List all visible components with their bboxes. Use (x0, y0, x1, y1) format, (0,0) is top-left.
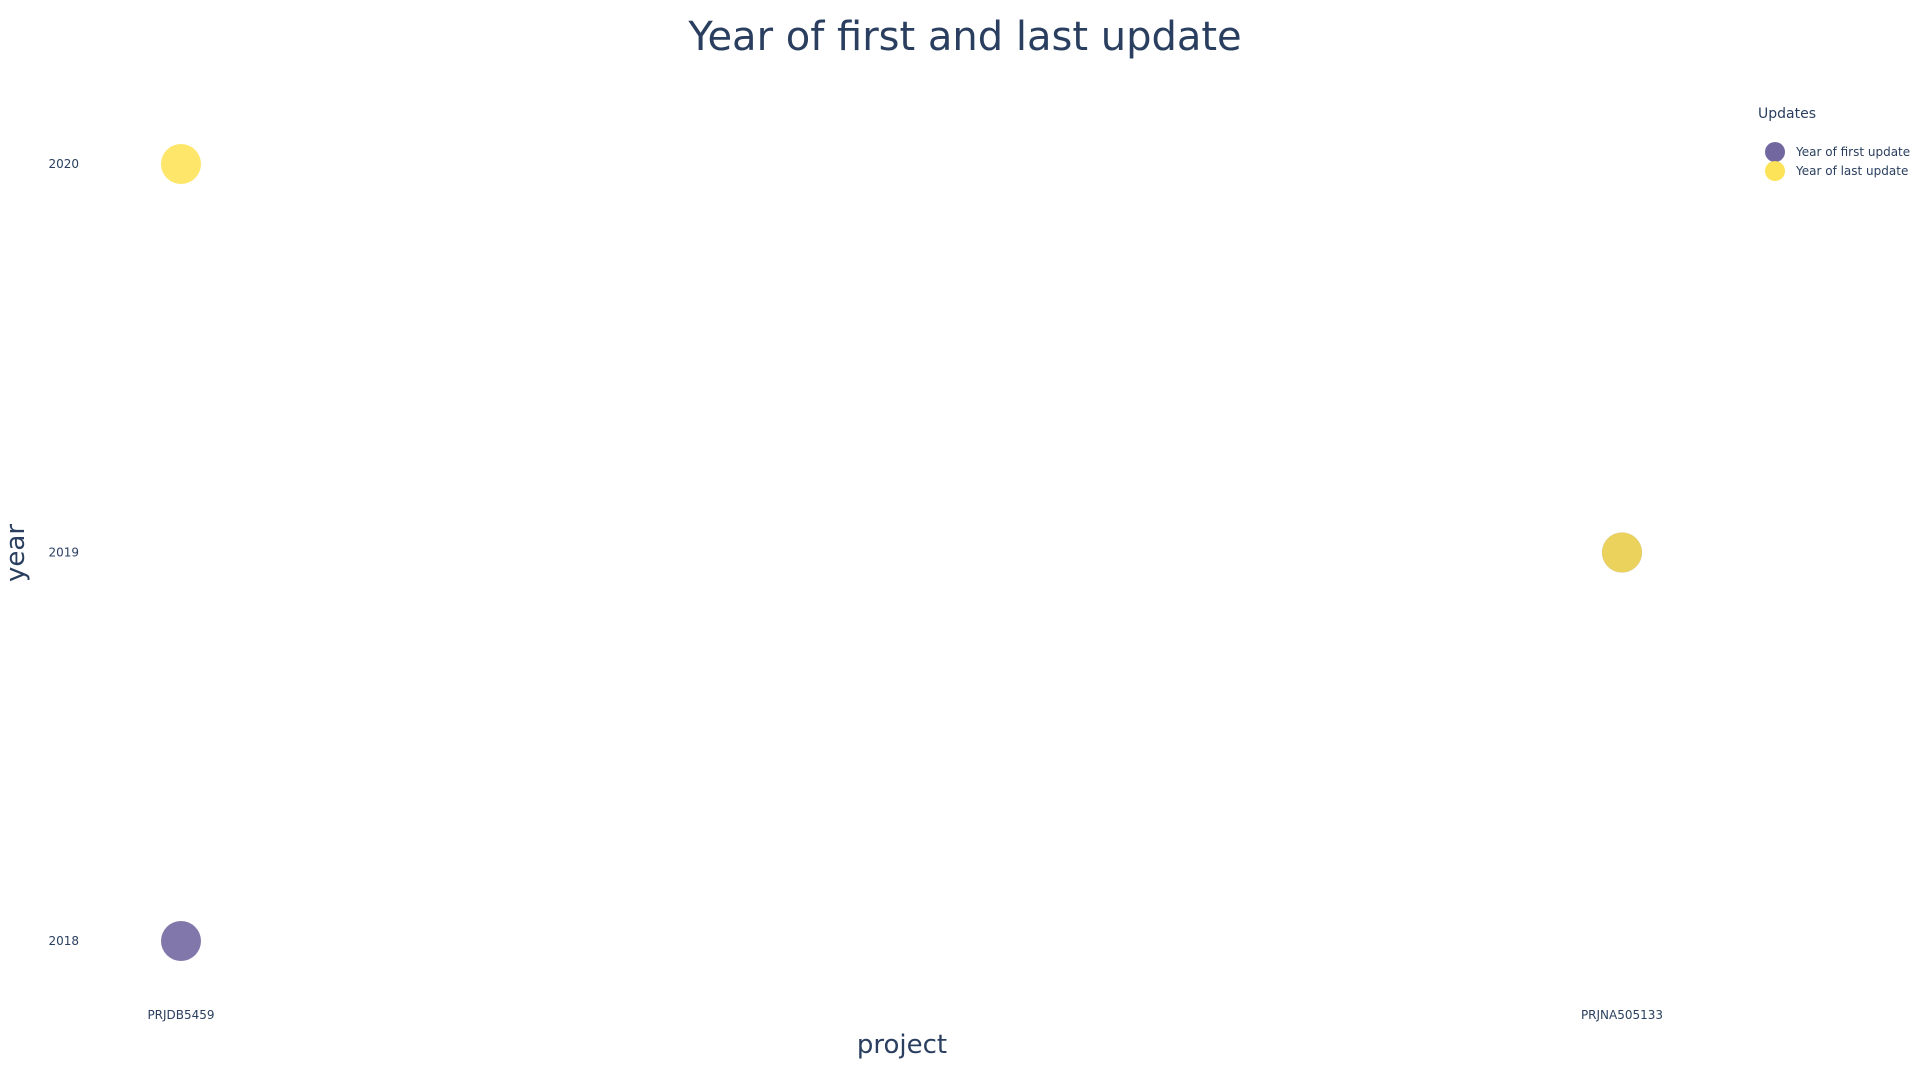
legend[interactable]: Updates Year of first update Year of last… (1758, 106, 1910, 181)
legend-entries[interactable]: Year of first update Year of last update (1765, 142, 1910, 181)
legend-marker (1765, 142, 1785, 162)
y-tick-label: 2019 (48, 546, 79, 560)
legend-item[interactable]: Year of first update (1765, 142, 1910, 162)
x-tick-label: PRJDB5459 (147, 1008, 214, 1022)
legend-label: Year of last update (1795, 164, 1908, 178)
chart-svg: Year of first and last update project ye… (1, 14, 1910, 1060)
data-markers (161, 144, 1642, 961)
chart: Year of first and last update project ye… (0, 0, 1920, 1080)
legend-marker (1765, 161, 1785, 181)
marker-PRJNA505133-2019[interactable] (1602, 532, 1642, 573)
legend-title: Updates (1758, 106, 1816, 122)
x-tick-labels: PRJDB5459 PRJNA505133 (147, 1008, 1663, 1022)
legend-item[interactable]: Year of last update (1765, 161, 1908, 181)
x-tick-label: PRJNA505133 (1581, 1008, 1663, 1022)
marker-PRJDB5459-2020[interactable] (161, 144, 201, 184)
chart-title: Year of first and last update (687, 14, 1241, 60)
y-tick-label: 2020 (48, 157, 79, 171)
y-tick-labels: 2018 2019 2020 (48, 157, 79, 948)
marker-PRJDB5459-2018[interactable] (161, 921, 201, 961)
x-axis-title: project (857, 1030, 947, 1060)
legend-label: Year of first update (1795, 145, 1910, 159)
y-tick-label: 2018 (48, 934, 79, 948)
y-axis-title: year (1, 524, 31, 582)
